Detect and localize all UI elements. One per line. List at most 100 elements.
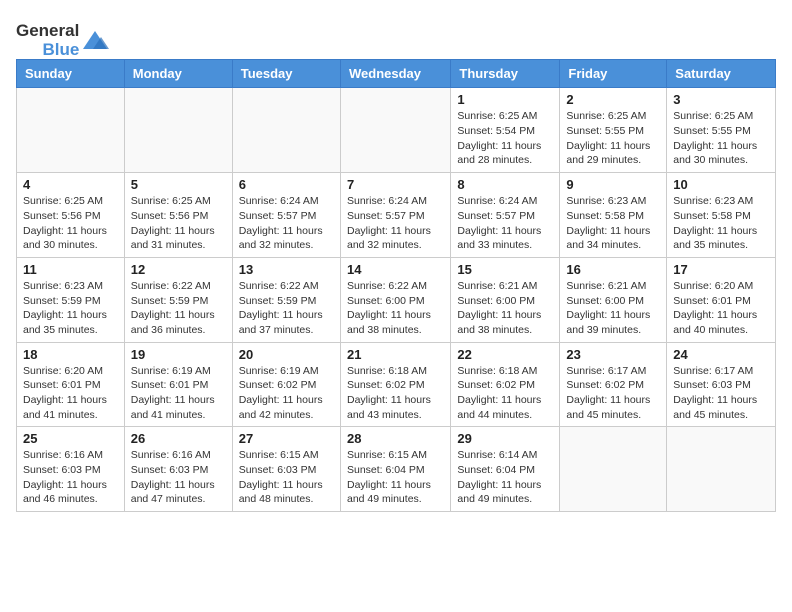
calendar-cell: 16 Sunrise: 6:21 AM Sunset: 6:00 PM Dayli…: [560, 257, 667, 342]
day-info: Sunrise: 6:15 AM Sunset: 6:03 PM Dayligh…: [239, 448, 334, 507]
day-info: Sunrise: 6:20 AM Sunset: 6:01 PM Dayligh…: [673, 279, 769, 338]
day-info: Sunrise: 6:17 AM Sunset: 6:03 PM Dayligh…: [673, 364, 769, 423]
day-number: 23: [566, 347, 660, 362]
calendar-cell: [232, 88, 340, 173]
calendar-cell: 11 Sunrise: 6:23 AM Sunset: 5:59 PM Dayli…: [17, 257, 125, 342]
day-number: 12: [131, 262, 226, 277]
day-number: 7: [347, 177, 444, 192]
calendar-cell: [667, 427, 776, 512]
calendar-cell: 3 Sunrise: 6:25 AM Sunset: 5:55 PM Daylig…: [667, 88, 776, 173]
calendar-header-row: SundayMondayTuesdayWednesdayThursdayFrid…: [17, 60, 776, 88]
day-info: Sunrise: 6:21 AM Sunset: 6:00 PM Dayligh…: [457, 279, 553, 338]
day-info: Sunrise: 6:24 AM Sunset: 5:57 PM Dayligh…: [239, 194, 334, 253]
calendar-cell: [340, 88, 450, 173]
day-info: Sunrise: 6:22 AM Sunset: 5:59 PM Dayligh…: [131, 279, 226, 338]
day-info: Sunrise: 6:18 AM Sunset: 6:02 PM Dayligh…: [457, 364, 553, 423]
calendar-cell: 22 Sunrise: 6:18 AM Sunset: 6:02 PM Dayli…: [451, 342, 560, 427]
calendar-cell: 18 Sunrise: 6:20 AM Sunset: 6:01 PM Dayli…: [17, 342, 125, 427]
day-number: 19: [131, 347, 226, 362]
calendar-cell: 5 Sunrise: 6:25 AM Sunset: 5:56 PM Daylig…: [124, 173, 232, 258]
calendar-cell: 20 Sunrise: 6:19 AM Sunset: 6:02 PM Dayli…: [232, 342, 340, 427]
calendar-header-monday: Monday: [124, 60, 232, 88]
calendar-cell: 2 Sunrise: 6:25 AM Sunset: 5:55 PM Daylig…: [560, 88, 667, 173]
day-number: 8: [457, 177, 553, 192]
calendar-cell: 25 Sunrise: 6:16 AM Sunset: 6:03 PM Dayli…: [17, 427, 125, 512]
calendar-cell: 8 Sunrise: 6:24 AM Sunset: 5:57 PM Daylig…: [451, 173, 560, 258]
day-info: Sunrise: 6:24 AM Sunset: 5:57 PM Dayligh…: [457, 194, 553, 253]
calendar-cell: 19Sunrise: 6:19 AM Sunset: 6:01 PM Dayli…: [124, 342, 232, 427]
day-number: 11: [23, 262, 118, 277]
day-number: 15: [457, 262, 553, 277]
logo: General Blue: [16, 22, 109, 59]
calendar-week-4: 18 Sunrise: 6:20 AM Sunset: 6:01 PM Dayli…: [17, 342, 776, 427]
day-number: 22: [457, 347, 553, 362]
day-number: 5: [131, 177, 226, 192]
calendar-cell: 1Sunrise: 6:25 AM Sunset: 5:54 PM Daylig…: [451, 88, 560, 173]
calendar-cell: 4 Sunrise: 6:25 AM Sunset: 5:56 PM Daylig…: [17, 173, 125, 258]
day-number: 16: [566, 262, 660, 277]
calendar-table: SundayMondayTuesdayWednesdayThursdayFrid…: [16, 59, 776, 512]
day-number: 17: [673, 262, 769, 277]
day-number: 21: [347, 347, 444, 362]
day-info: Sunrise: 6:22 AM Sunset: 5:59 PM Dayligh…: [239, 279, 334, 338]
day-number: 9: [566, 177, 660, 192]
calendar-header-friday: Friday: [560, 60, 667, 88]
day-info: Sunrise: 6:23 AM Sunset: 5:58 PM Dayligh…: [673, 194, 769, 253]
calendar-cell: 7 Sunrise: 6:24 AM Sunset: 5:57 PM Daylig…: [340, 173, 450, 258]
logo-icon: [81, 27, 109, 55]
day-info: Sunrise: 6:22 AM Sunset: 6:00 PM Dayligh…: [347, 279, 444, 338]
day-info: Sunrise: 6:16 AM Sunset: 6:03 PM Dayligh…: [23, 448, 118, 507]
calendar-header-tuesday: Tuesday: [232, 60, 340, 88]
day-info: Sunrise: 6:18 AM Sunset: 6:02 PM Dayligh…: [347, 364, 444, 423]
day-info: Sunrise: 6:25 AM Sunset: 5:56 PM Dayligh…: [131, 194, 226, 253]
day-number: 4: [23, 177, 118, 192]
day-number: 2: [566, 92, 660, 107]
day-number: 14: [347, 262, 444, 277]
day-number: 24: [673, 347, 769, 362]
day-info: Sunrise: 6:25 AM Sunset: 5:55 PM Dayligh…: [566, 109, 660, 168]
logo-line2: Blue: [42, 41, 79, 60]
day-info: Sunrise: 6:19 AM Sunset: 6:02 PM Dayligh…: [239, 364, 334, 423]
calendar-cell: 15 Sunrise: 6:21 AM Sunset: 6:00 PM Dayli…: [451, 257, 560, 342]
calendar-cell: 13 Sunrise: 6:22 AM Sunset: 5:59 PM Dayli…: [232, 257, 340, 342]
calendar-cell: 17 Sunrise: 6:20 AM Sunset: 6:01 PM Dayli…: [667, 257, 776, 342]
day-info: Sunrise: 6:20 AM Sunset: 6:01 PM Dayligh…: [23, 364, 118, 423]
calendar-cell: 23 Sunrise: 6:17 AM Sunset: 6:02 PM Dayli…: [560, 342, 667, 427]
calendar-cell: 21 Sunrise: 6:18 AM Sunset: 6:02 PM Dayli…: [340, 342, 450, 427]
calendar-cell: 28Sunrise: 6:15 AM Sunset: 6:04 PM Dayli…: [340, 427, 450, 512]
logo-line1: General: [16, 22, 79, 41]
day-number: 1: [457, 92, 553, 107]
calendar-cell: 24 Sunrise: 6:17 AM Sunset: 6:03 PM Dayli…: [667, 342, 776, 427]
calendar-cell: 9 Sunrise: 6:23 AM Sunset: 5:58 PM Daylig…: [560, 173, 667, 258]
day-info: Sunrise: 6:23 AM Sunset: 5:59 PM Dayligh…: [23, 279, 118, 338]
day-info: Sunrise: 6:25 AM Sunset: 5:55 PM Dayligh…: [673, 109, 769, 168]
day-info: Sunrise: 6:25 AM Sunset: 5:56 PM Dayligh…: [23, 194, 118, 253]
calendar-cell: [560, 427, 667, 512]
calendar-week-3: 11 Sunrise: 6:23 AM Sunset: 5:59 PM Dayli…: [17, 257, 776, 342]
calendar-week-2: 4 Sunrise: 6:25 AM Sunset: 5:56 PM Daylig…: [17, 173, 776, 258]
calendar-cell: 29Sunrise: 6:14 AM Sunset: 6:04 PM Dayli…: [451, 427, 560, 512]
calendar-week-1: 1Sunrise: 6:25 AM Sunset: 5:54 PM Daylig…: [17, 88, 776, 173]
calendar-header-thursday: Thursday: [451, 60, 560, 88]
day-info: Sunrise: 6:23 AM Sunset: 5:58 PM Dayligh…: [566, 194, 660, 253]
calendar-header-sunday: Sunday: [17, 60, 125, 88]
day-number: 27: [239, 431, 334, 446]
calendar-week-5: 25 Sunrise: 6:16 AM Sunset: 6:03 PM Dayli…: [17, 427, 776, 512]
day-number: 18: [23, 347, 118, 362]
calendar-cell: 14 Sunrise: 6:22 AM Sunset: 6:00 PM Dayli…: [340, 257, 450, 342]
day-number: 25: [23, 431, 118, 446]
calendar-cell: 26Sunrise: 6:16 AM Sunset: 6:03 PM Dayli…: [124, 427, 232, 512]
day-info: Sunrise: 6:21 AM Sunset: 6:00 PM Dayligh…: [566, 279, 660, 338]
calendar-cell: [124, 88, 232, 173]
day-number: 29: [457, 431, 553, 446]
day-number: 13: [239, 262, 334, 277]
calendar-header-saturday: Saturday: [667, 60, 776, 88]
day-info: Sunrise: 6:15 AM Sunset: 6:04 PM Dayligh…: [347, 448, 444, 507]
calendar-cell: 27 Sunrise: 6:15 AM Sunset: 6:03 PM Dayli…: [232, 427, 340, 512]
day-info: Sunrise: 6:17 AM Sunset: 6:02 PM Dayligh…: [566, 364, 660, 423]
day-number: 6: [239, 177, 334, 192]
calendar-cell: [17, 88, 125, 173]
day-info: Sunrise: 6:24 AM Sunset: 5:57 PM Dayligh…: [347, 194, 444, 253]
day-number: 3: [673, 92, 769, 107]
day-number: 20: [239, 347, 334, 362]
